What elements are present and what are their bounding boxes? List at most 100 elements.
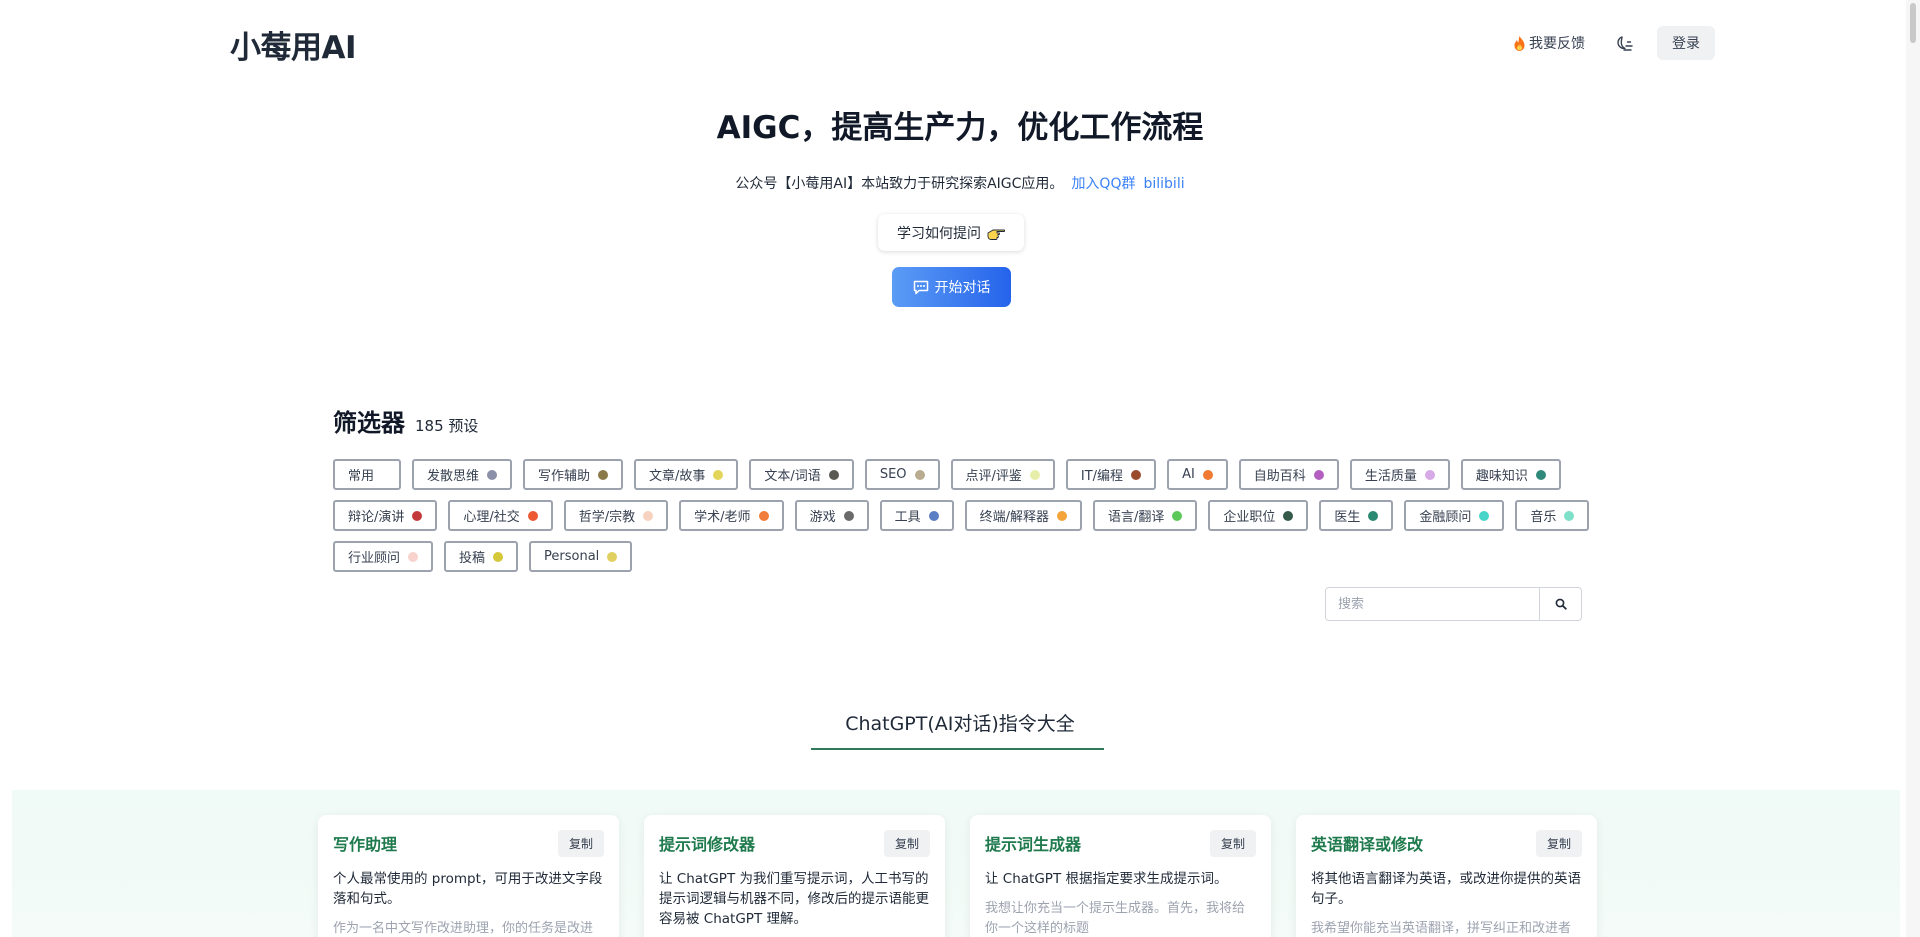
filter-tag-label: 生活质量 (1364, 469, 1417, 484)
filter-tag-label: 投稿 (459, 551, 486, 566)
start-chat-button[interactable]: 开始对话 (892, 267, 1011, 307)
filter-tag[interactable]: IT/编程 (1065, 459, 1157, 490)
prompt-card: 提示词修改器 复制 让 ChatGPT 为我们重写提示词，人工书写的提示词逻辑与… (644, 815, 945, 937)
filter-tag[interactable]: 趣味知识 (1460, 459, 1561, 490)
copy-button[interactable]: 复制 (884, 830, 930, 857)
chat-bubble-icon (913, 280, 928, 294)
copy-button[interactable]: 复制 (1210, 830, 1256, 857)
hero-title: AIGC，提高生产力，优化工作流程 (716, 110, 1204, 146)
search-button[interactable] (1539, 588, 1581, 620)
filter-tag[interactable]: 语言/翻译 (1092, 500, 1198, 531)
filter-title: 筛选器 (333, 409, 405, 437)
filter-tag[interactable]: 企业职位 (1208, 500, 1309, 531)
learn-prompting-label: 学习如何提问 (897, 225, 981, 242)
filter-tag[interactable]: SEO (864, 459, 940, 490)
filter-tag[interactable]: 行业顾问 (333, 541, 434, 572)
filter-tag[interactable]: 工具 (879, 500, 954, 531)
search-icon (1555, 598, 1567, 610)
tag-color-dot (493, 551, 504, 562)
tag-color-dot (1283, 510, 1294, 521)
filter-tag-label: 哲学/宗教 (578, 510, 636, 525)
filter-tag[interactable]: 哲学/宗教 (563, 500, 669, 531)
theme-toggle-icon[interactable] (1614, 34, 1634, 54)
tag-color-dot (843, 510, 854, 521)
filter-tag[interactable]: 点评/评鉴 (950, 459, 1055, 490)
filter-tag[interactable]: 辩论/演讲 (333, 500, 438, 531)
feedback-label: 我要反馈 (1529, 36, 1585, 52)
filter-tag[interactable]: 学术/老师 (679, 500, 784, 531)
card-description: 让 ChatGPT 根据指定要求生成提示词。 (985, 871, 1228, 887)
filter-tag-label: 心理/社交 (463, 510, 520, 525)
tag-color-dot (1172, 510, 1183, 521)
filter-tag[interactable]: 常用 (333, 459, 401, 490)
filter-tag[interactable]: 终端/解释器 (964, 500, 1082, 531)
bilibili-link[interactable]: bilibili (1143, 176, 1184, 192)
qq-group-link[interactable]: 加入QQ群 (1071, 176, 1135, 192)
filter-tag[interactable]: 投稿 (444, 541, 519, 572)
scrollbar-thumb[interactable] (1910, 3, 1916, 43)
feedback-link[interactable]: 我要反馈 (1514, 33, 1585, 53)
filter-tag-label: 辩论/演讲 (348, 510, 405, 525)
filter-tag[interactable]: 心理/社交 (448, 500, 553, 531)
preset-count: 185 预设 (415, 417, 479, 435)
card-description: 个人最常使用的 prompt，可用于改进文字段落和句式。 (333, 871, 603, 907)
search-input[interactable] (1326, 588, 1539, 620)
pointing-hand-icon (987, 229, 1005, 240)
tag-color-dot (643, 510, 654, 521)
tag-color-dot (1424, 469, 1435, 480)
site-logo[interactable]: 小莓用AI (230, 22, 357, 67)
filter-tag[interactable]: 文章/故事 (634, 459, 739, 490)
tag-color-dot (758, 510, 769, 521)
section-title[interactable]: ChatGPT(AI对话)指令大全 (0, 709, 1920, 736)
filter-tag-label: 语言/翻译 (1107, 510, 1165, 525)
filter-tag[interactable]: AI (1167, 459, 1228, 490)
card-prompt-preview: 我想让你充当一个提示生成器。首先，我将给你一个这样的标题 (985, 901, 1246, 936)
tag-color-dot (412, 510, 423, 521)
filter-tag[interactable]: 音乐 (1515, 500, 1590, 531)
tag-color-dot (1564, 510, 1575, 521)
filter-tag[interactable]: 自助百科 (1238, 459, 1339, 490)
filter-tag[interactable]: 发散思维 (412, 459, 513, 490)
filter-tag-label: 金融顾问 (1419, 510, 1472, 525)
filter-tag[interactable]: 文本/词语 (749, 459, 854, 490)
filter-tag-label: 音乐 (1530, 510, 1557, 525)
filter-tag[interactable]: Personal (529, 541, 633, 572)
filter-tag-label: 游戏 (809, 510, 836, 525)
filter-tag[interactable]: 医生 (1319, 500, 1394, 531)
filter-tag[interactable]: 金融顾问 (1404, 500, 1505, 531)
start-chat-label: 开始对话 (934, 280, 991, 296)
tag-color-dot (914, 469, 925, 480)
filter-tag-label: 学术/老师 (694, 510, 751, 525)
filter-tag-label: AI (1182, 467, 1195, 482)
filter-tag[interactable]: 游戏 (794, 500, 869, 531)
filter-tag-label: 文本/词语 (764, 469, 821, 484)
filter-tag-label: 终端/解释器 (979, 510, 1049, 525)
flame-icon (1514, 35, 1525, 51)
learn-prompting-button[interactable]: 学习如何提问 (878, 214, 1024, 251)
filter-tag-label: Personal (544, 549, 600, 564)
filter-tag-label: 写作辅助 (538, 469, 591, 484)
login-button[interactable]: 登录 (1657, 26, 1715, 60)
tag-color-dot (1479, 510, 1490, 521)
prompt-card: 提示词生成器 复制 让 ChatGPT 根据指定要求生成提示词。 我想让你充当一… (970, 815, 1271, 937)
hero-subtitle-row: 公众号【小莓用AI】本站致力于研究探索AIGC应用。 加入QQ群 bilibili (0, 173, 1920, 193)
filter-tag-label: 医生 (1334, 510, 1361, 525)
prompt-card: 英语翻译或修改 复制 将其他语言翻译为英语，或改进你提供的英语句子。 我希望你能… (1296, 815, 1597, 937)
filter-tag[interactable]: 生活质量 (1349, 459, 1450, 490)
tag-color-dot (713, 469, 724, 480)
hero-subtitle: 公众号【小莓用AI】本站致力于研究探索AIGC应用。 (735, 176, 1064, 192)
top-header: 小莓用AI 我要反馈 登录 (0, 0, 1920, 90)
filter-header: 筛选器 185 预设 (333, 403, 478, 438)
cards-background (12, 790, 1900, 937)
copy-button[interactable]: 复制 (558, 830, 604, 857)
tag-color-dot (1368, 510, 1379, 521)
tag-color-dot (607, 551, 618, 562)
filter-tag-list: 常用 发散思维 写作辅助 文章/故事 文本/词语 SEO 点评/评鉴 IT/编程 AI 自助百科 生… (333, 459, 1593, 572)
tag-color-dot (1029, 469, 1040, 480)
tag-color-dot (1131, 469, 1142, 480)
filter-tag[interactable]: 写作辅助 (523, 459, 624, 490)
tag-color-dot (1056, 510, 1067, 521)
filter-tag-label: 企业职位 (1223, 510, 1276, 525)
copy-button[interactable]: 复制 (1536, 830, 1582, 857)
page-scrollbar[interactable] (1906, 0, 1920, 937)
